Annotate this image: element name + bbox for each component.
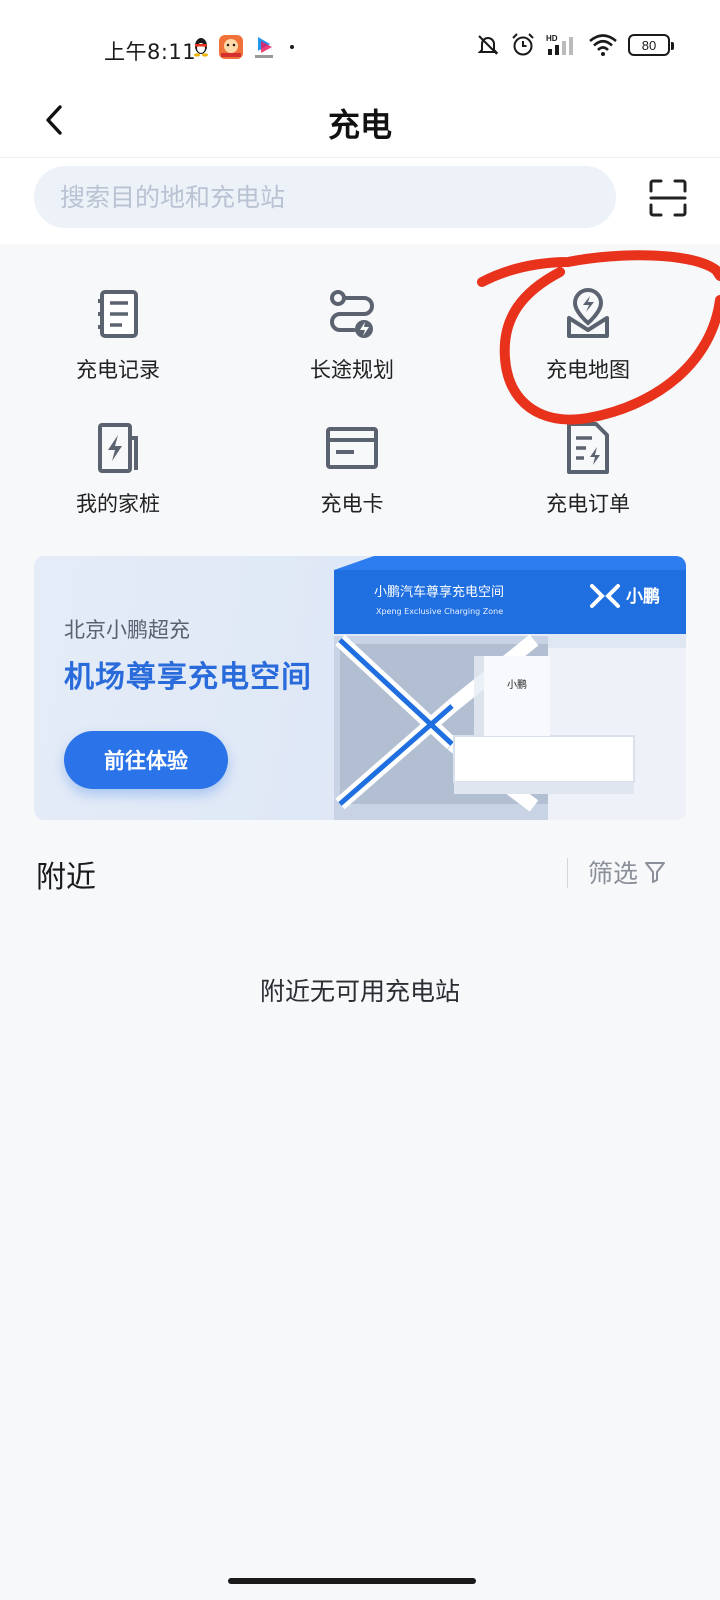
record-icon [98,290,138,338]
filter-divider [567,858,568,888]
nearby-title: 附近 [36,860,96,895]
menu-item-label: 长途规划 [310,358,394,382]
qq-penguin-icon [194,38,208,57]
page-title: 充电 [327,106,392,144]
status-system-icons: HD 80 [476,32,674,58]
menu-item-label: 充电地图 [546,358,630,382]
menu-item-charge-map[interactable]: 充电地图 [498,286,678,384]
menu-item-route-plan[interactable]: 长途规划 [262,286,442,384]
menu-item-home-charger[interactable]: 我的家桩 [28,420,208,518]
booth-desk-brand: 小鹏 [507,678,527,691]
status-app-icons [192,34,294,60]
alarm-clock-icon [512,33,534,56]
menu-item-label: 充电订单 [546,492,630,516]
route-plan-icon [330,290,374,338]
order-icon [567,422,609,474]
status-bar: 上午8:11 HD 80 [0,0,720,88]
home-indicator[interactable] [228,1578,476,1584]
booth-sign-cn: 小鹏汽车尊享充电空间 [374,584,504,600]
wifi-icon [589,34,617,56]
filter-funnel-icon [645,862,666,883]
filter-button[interactable]: 筛选 [588,854,666,890]
search-area [0,158,720,244]
charging-booth-illustration: 小鹏 小鹏汽车尊享充电空间 Xpeng Exclusive Charging Z… [334,556,686,820]
banner-cta-button[interactable]: 前往体验 [64,731,228,789]
battery-level: 80 [641,37,657,53]
svg-text:HD: HD [546,34,558,43]
bell-muted-icon [477,35,499,55]
menu-item-charge-order[interactable]: 充电订单 [498,420,678,518]
menu-item-charge-record[interactable]: 充电记录 [28,286,208,384]
status-time: 上午8:11 [104,40,197,64]
menu-item-charge-card[interactable]: 充电卡 [262,420,442,518]
battery-indicator: 80 [628,34,674,56]
youku-icon [255,37,273,58]
scan-icon[interactable] [648,178,688,218]
game-app-icon [219,35,243,59]
banner-subtitle: 北京小鹏超充 [64,618,190,642]
search-input[interactable] [34,166,616,228]
nav-bar: 充电 [0,88,720,158]
filter-label: 筛选 [588,859,639,888]
promo-banner[interactable]: 北京小鹏超充 机场尊享充电空间 前往体验 小鹏 小鹏汽车尊享充电空间 Xpeng… [34,556,686,820]
map-pin-icon [567,287,609,338]
booth-brand: 小鹏 [626,586,660,607]
cellular-signal-icon: HD [546,34,573,55]
booth-sign-en: Xpeng Exclusive Charging Zone [376,607,503,616]
card-icon [326,427,378,469]
menu-item-label: 充电卡 [320,492,384,516]
more-notifications-dot [290,45,294,49]
menu-item-label: 我的家桩 [76,492,160,516]
menu-item-label: 充电记录 [76,358,160,382]
home-charger-icon [98,423,138,473]
banner-title: 机场尊享充电空间 [64,660,312,695]
empty-state-text: 附近无可用充电站 [259,977,460,1006]
